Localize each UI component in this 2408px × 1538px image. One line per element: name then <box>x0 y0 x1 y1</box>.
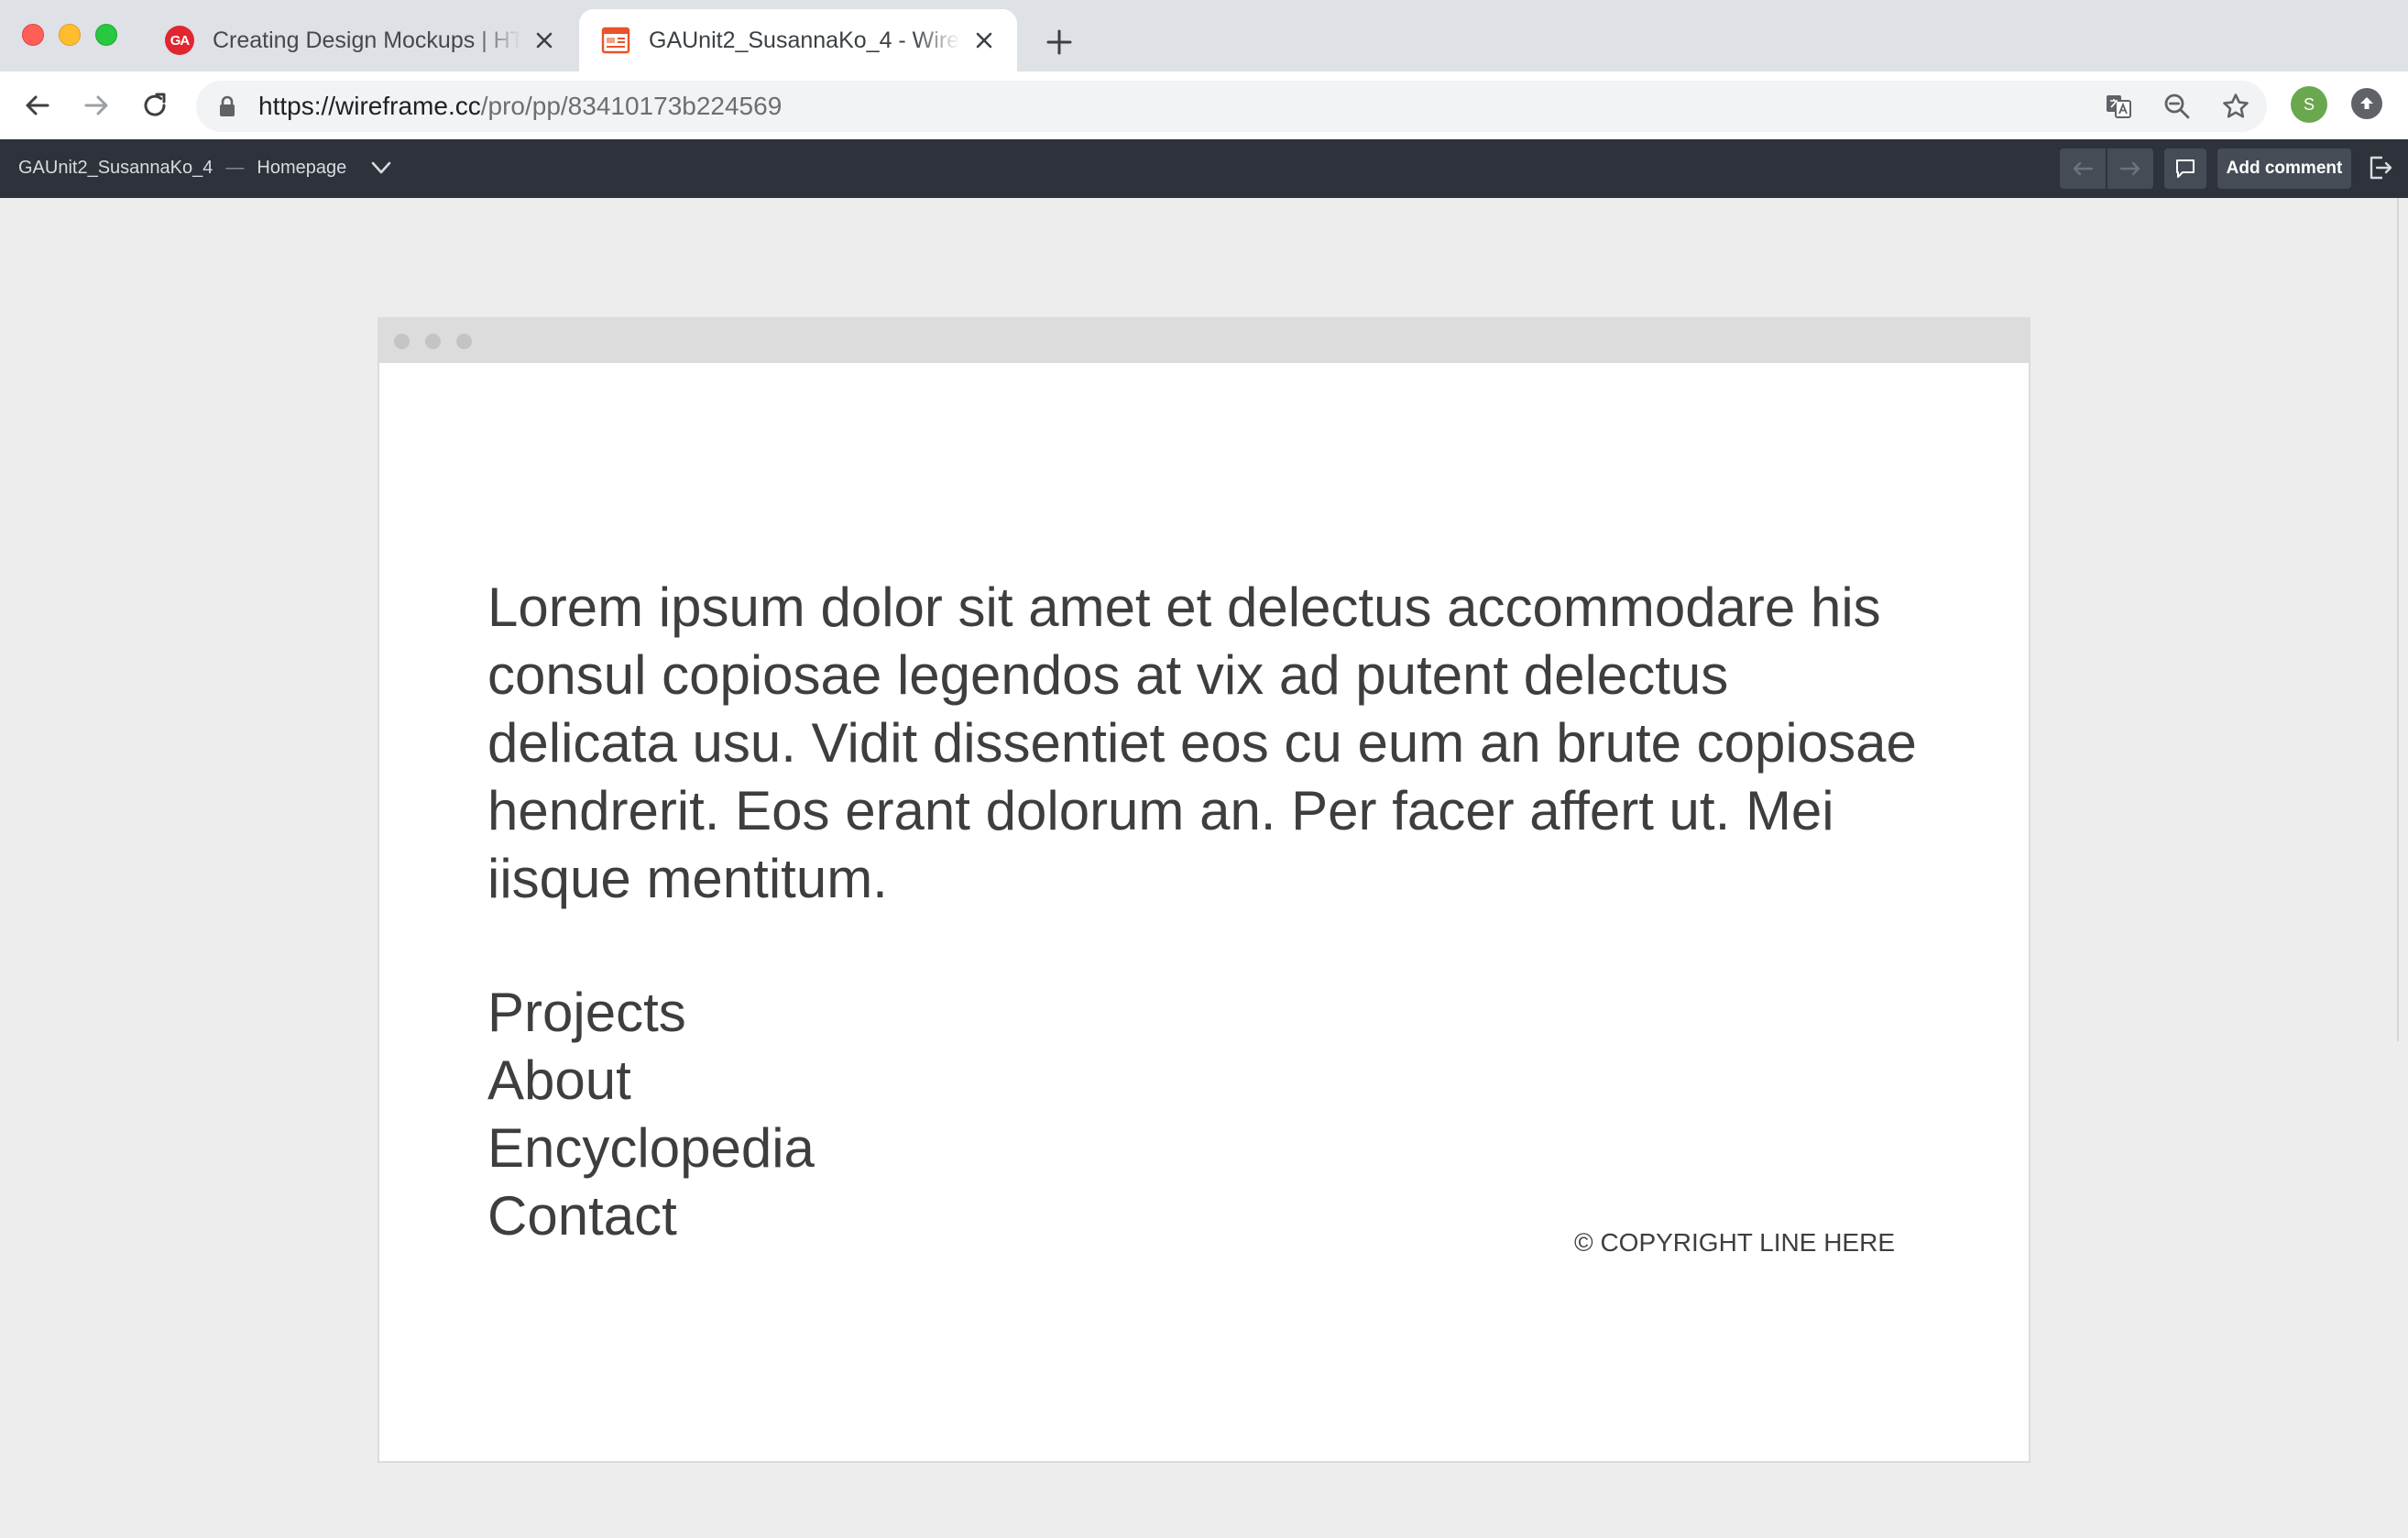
close-window-button[interactable] <box>22 24 44 46</box>
close-tab-icon[interactable] <box>969 26 999 55</box>
browser-tab-wireframe[interactable]: GAUnit2_SusannaKo_4 - Wireframe.cc <box>579 9 1017 71</box>
wireframe-app-bar: GAUnit2_SusannaKo_4 — Homepage Add comment <box>0 139 2408 198</box>
update-arrow-icon[interactable] <box>2351 88 2382 119</box>
translate-icon[interactable] <box>2104 92 2133 121</box>
breadcrumb: GAUnit2_SusannaKo_4 — Homepage <box>18 139 346 196</box>
next-page-button[interactable] <box>2107 148 2153 189</box>
site-nav-list: Projects About Encyclopedia Contact <box>487 979 815 1250</box>
url-text: https://wireframe.cc/pro/pp/83410173b224… <box>258 81 782 132</box>
copyright-line: © COPYRIGHT LINE HERE <box>1574 1228 1895 1257</box>
address-bar[interactable]: https://wireframe.cc/pro/pp/83410173b224… <box>196 81 2267 132</box>
comments-button[interactable] <box>2164 148 2206 189</box>
mockup-window-dot <box>456 334 472 349</box>
add-comment-button[interactable]: Add comment <box>2217 148 2351 189</box>
left-arrow-icon <box>2073 161 2094 176</box>
zoom-out-icon[interactable] <box>2162 92 2192 121</box>
wireframe-page-icon <box>601 26 630 55</box>
intro-paragraph: Lorem ipsum dolor sit amet et delectus a… <box>487 577 1917 909</box>
tab-title: Creating Design Mockups | HTML <box>213 27 520 53</box>
nav-link-contact[interactable]: Contact <box>487 1182 815 1250</box>
profile-avatar[interactable]: S <box>2291 86 2327 123</box>
browser-frame-mockup: Lorem ipsum dolor sit amet et delectus a… <box>378 317 2030 1463</box>
back-arrow-icon[interactable] <box>16 84 59 126</box>
page-name[interactable]: Homepage <box>257 158 346 178</box>
nav-link-projects[interactable]: Projects <box>487 979 815 1047</box>
nav-link-encyclopedia[interactable]: Encyclopedia <box>487 1115 815 1182</box>
bookmark-star-icon[interactable] <box>2221 92 2250 121</box>
url-path: /pro/pp/83410173b224569 <box>480 92 783 120</box>
exit-preview-icon[interactable] <box>2368 154 2393 186</box>
right-arrow-icon <box>2119 161 2140 176</box>
reload-icon[interactable] <box>134 84 176 126</box>
close-tab-icon[interactable] <box>530 26 559 55</box>
browser-tab-strip: GA Creating Design Mockups | HTML GAUnit… <box>0 0 2408 71</box>
nav-link-about[interactable]: About <box>487 1047 815 1115</box>
ga-logo-icon: GA <box>165 26 194 55</box>
wireframe-canvas: Lorem ipsum dolor sit amet et delectus a… <box>0 198 2408 1538</box>
browser-tab-creating-design-mockups[interactable]: GA Creating Design Mockups | HTML <box>143 9 577 71</box>
comment-icon <box>2176 159 2195 178</box>
mockup-window-dot <box>425 334 441 349</box>
url-host: https://wireframe.cc <box>258 92 481 120</box>
breadcrumb-separator: — <box>225 158 245 178</box>
browser-toolbar: https://wireframe.cc/pro/pp/83410173b224… <box>0 71 2408 139</box>
mockup-title-bar <box>379 319 2029 363</box>
new-tab-icon[interactable] <box>1039 22 1079 62</box>
project-name[interactable]: GAUnit2_SusannaKo_4 <box>18 158 213 178</box>
forward-arrow-icon[interactable] <box>75 84 117 126</box>
mockup-window-dot <box>394 334 410 349</box>
scrollbar[interactable] <box>2397 198 2399 1041</box>
lock-icon <box>218 95 236 122</box>
tab-title: GAUnit2_SusannaKo_4 - Wireframe.cc <box>649 27 960 53</box>
minimize-window-button[interactable] <box>59 24 81 46</box>
chevron-down-icon[interactable] <box>368 156 394 184</box>
maximize-window-button[interactable] <box>95 24 117 46</box>
previous-page-button[interactable] <box>2060 148 2106 189</box>
